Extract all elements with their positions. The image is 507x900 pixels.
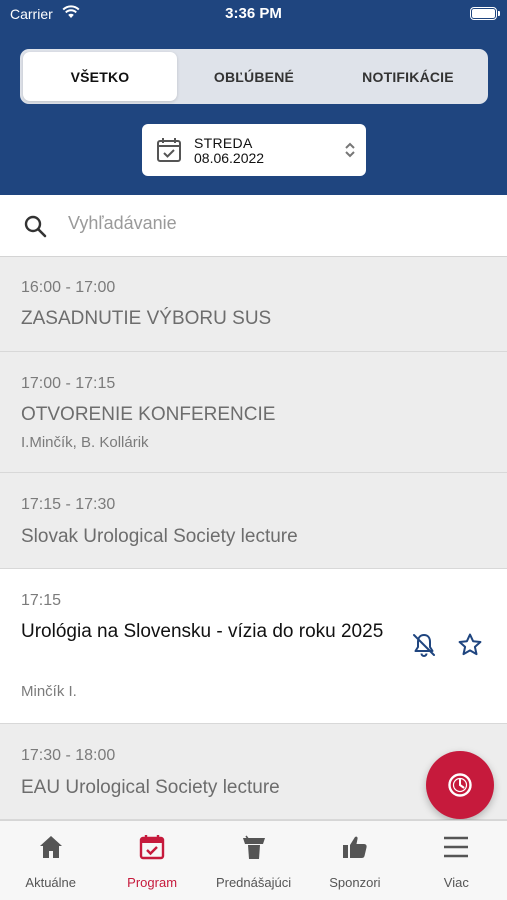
tab-bar: Aktuálne Program Prednášajúci Sponzori V… [0,820,507,900]
program-item[interactable]: 17:15 Urológia na Slovensku - vízia do r… [0,569,507,724]
star-icon[interactable] [457,632,483,658]
status-bar: Carrier 3:36 PM [0,0,507,28]
tab-label: Program [127,875,178,890]
search-input[interactable] [68,213,468,234]
program-time: 17:30 - 18:00 [21,747,116,764]
program-time: 17:00 - 17:15 [21,375,116,392]
current-time-fab-button[interactable] [426,751,494,819]
tab-prednasajuci[interactable]: Prednášajúci [203,821,304,900]
segment-notifications[interactable]: NOTIFIKÁCIE [331,52,485,101]
tab-aktualne[interactable]: Aktuálne [0,821,101,900]
program-time: 17:15 - 17:30 [21,496,116,513]
tab-program[interactable]: Program [101,821,202,900]
podium-icon [242,835,265,859]
thumbs-up-icon [342,836,367,858]
tab-label: Sponzori [329,875,381,890]
search-bar [0,195,507,257]
segment-favorites[interactable]: OBĽÚBENÉ [177,52,331,101]
program-speakers: I.Minčík, B. Kollárik [21,434,149,451]
calendar-check-icon [157,138,181,162]
program-title: Slovak Urological Society lecture [21,526,298,547]
calendar-check-icon [139,835,165,860]
program-time: 17:15 [21,592,62,609]
home-icon [39,836,62,858]
date-weekday: STREDA [194,135,253,151]
status-time: 3:36 PM [225,5,282,22]
program-item[interactable]: 17:15 - 17:30 Slovak Urological Society … [0,473,507,569]
filter-segmented-control: VŠETKO OBĽÚBENÉ NOTIFIKÁCIE [20,49,488,104]
program-actions [411,632,483,658]
chevron-up-down-icon [345,142,355,158]
program-time: 16:00 - 17:00 [21,279,116,296]
tab-sponzori[interactable]: Sponzori [304,821,405,900]
tab-label: Viac [443,875,469,890]
date-picker[interactable]: STREDA 08.06.2022 [142,124,366,176]
clock-icon [448,773,472,797]
search-icon [24,215,47,238]
program-title: ZASADNUTIE VÝBORU SUS [21,308,272,329]
program-item[interactable]: 16:00 - 17:00 ZASADNUTIE VÝBORU SUS [0,257,507,352]
menu-icon [444,836,469,858]
tab-label: Aktuálne [25,875,76,890]
bell-off-icon[interactable] [411,632,437,658]
tab-label: Prednášajúci [215,875,292,890]
header: Carrier 3:36 PM VŠETKO OBĽÚBENÉ NOTIFIKÁ… [0,0,507,195]
program-item[interactable]: 17:00 - 17:15 OTVORENIE KONFERENCIE I.Mi… [0,352,507,473]
program-speakers: Minčík I. [21,683,77,700]
tab-viac[interactable]: Viac [406,821,507,900]
program-title: OTVORENIE KONFERENCIE [21,404,276,425]
segment-all[interactable]: VŠETKO [23,52,177,101]
battery-icon [470,7,500,20]
program-title: Urológia na Slovensku - vízia do roku 20… [21,621,384,642]
program-title: EAU Urological Society lecture [21,777,280,798]
date-value: 08.06.2022 [194,150,265,166]
